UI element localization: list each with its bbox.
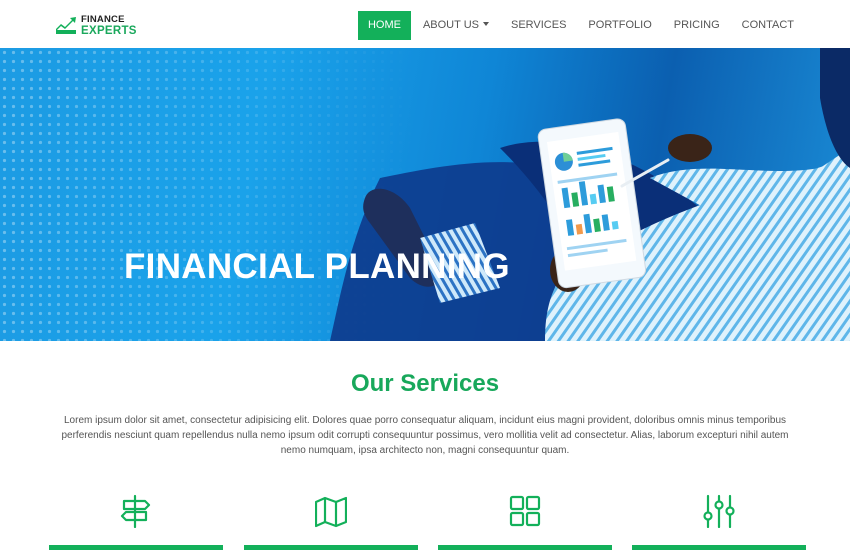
- grid-icon: [509, 495, 541, 527]
- services-description: Lorem ipsum dolor sit amet, consectetur …: [61, 415, 789, 456]
- nav-home[interactable]: HOME: [357, 11, 411, 40]
- nav-about-us-label: ABOUT US: [422, 19, 479, 31]
- nav-pricing[interactable]: PRICING: [663, 11, 731, 40]
- signpost-icon: [120, 494, 151, 528]
- service-card-3[interactable]: [438, 490, 612, 550]
- service-card-bar: [49, 545, 223, 550]
- main-nav: HOME ABOUT US SERVICES PORTFOLIO PRICING…: [357, 11, 805, 40]
- brand-name-line2: EXPERTS: [81, 24, 137, 37]
- nav-contact[interactable]: CONTACT: [731, 11, 805, 40]
- brand-name-line1: FINANCE: [81, 13, 125, 25]
- navbar: FINANCE EXPERTS HOME ABOUT US SERVICES P…: [0, 0, 850, 48]
- map-icon: [315, 496, 347, 528]
- service-card-2[interactable]: [244, 490, 418, 550]
- hero-banner: FINANCIAL PLANNING: [0, 48, 850, 341]
- nav-services[interactable]: SERVICES: [500, 11, 577, 40]
- hero-image: [0, 48, 850, 341]
- service-card-bar: [438, 545, 612, 550]
- service-card-bar: [632, 545, 806, 550]
- nav-portfolio[interactable]: PORTFOLIO: [577, 11, 662, 40]
- nav-about-us[interactable]: ABOUT US: [412, 11, 500, 40]
- service-card-bar: [244, 545, 418, 550]
- caret-down-icon: [482, 22, 489, 27]
- hero-title: FINANCIAL PLANNING: [124, 247, 510, 286]
- service-card-4[interactable]: [632, 490, 806, 550]
- sliders-icon: [703, 494, 735, 528]
- services-heading: Our Services: [350, 370, 500, 397]
- rising-chart-logo-icon: [56, 17, 76, 34]
- brand-logo[interactable]: FINANCE EXPERTS: [55, 14, 137, 36]
- service-card-1[interactable]: [49, 490, 223, 550]
